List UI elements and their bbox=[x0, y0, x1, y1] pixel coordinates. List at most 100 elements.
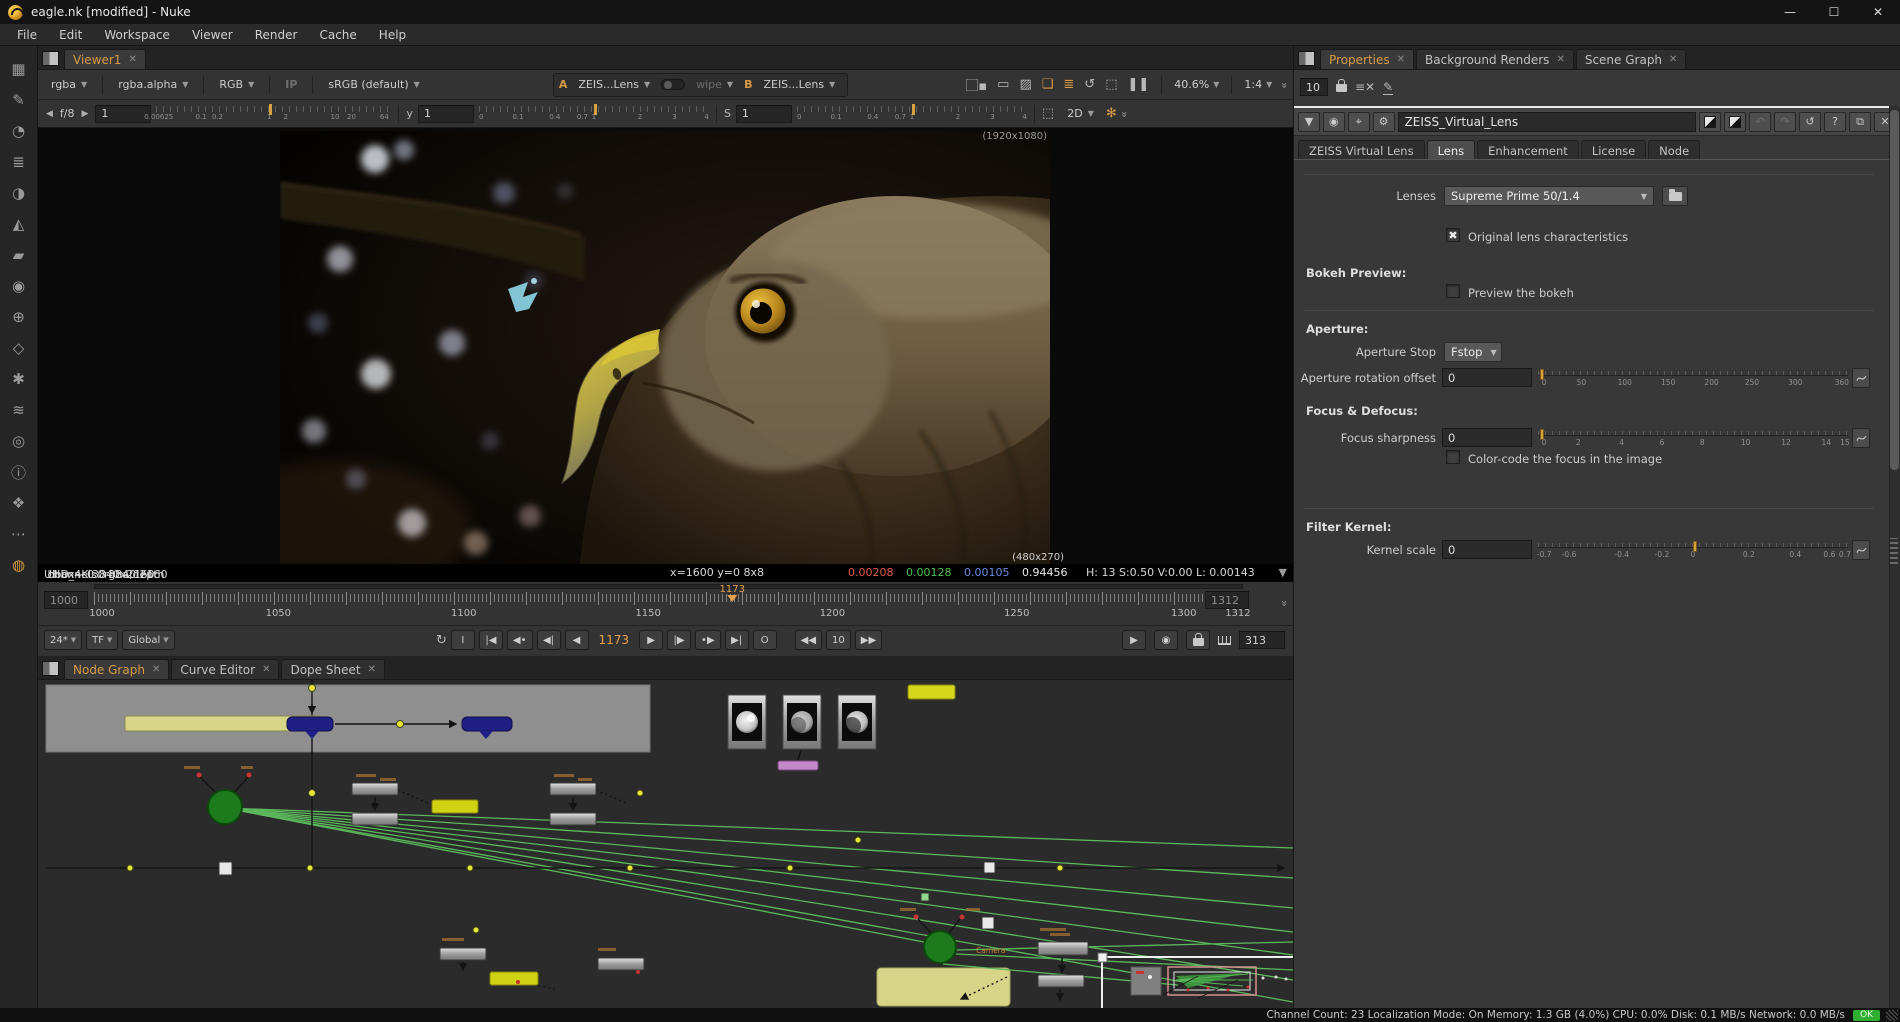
close-icon[interactable]: ✕ bbox=[1556, 54, 1564, 65]
play-forward-button[interactable]: ▶ bbox=[639, 630, 663, 650]
loop-mode-icon[interactable]: ↻ bbox=[436, 633, 447, 648]
max-panels-input[interactable]: 10 bbox=[1300, 78, 1328, 96]
range-in-input[interactable]: 1000 bbox=[44, 591, 88, 609]
maximize-button[interactable]: ☐ bbox=[1812, 0, 1856, 24]
draw-icon[interactable]: ✎ bbox=[5, 87, 33, 113]
tab-curve-editor[interactable]: Curve Editor✕ bbox=[171, 659, 279, 679]
close-icon[interactable]: ✕ bbox=[152, 664, 160, 675]
timeline-range-strip[interactable] bbox=[94, 584, 1243, 589]
time-icon[interactable]: ◔ bbox=[5, 118, 33, 144]
timeline-mode-select[interactable]: TF▼ bbox=[86, 630, 118, 650]
gamut-warning-icon[interactable]: ⃞▪ bbox=[978, 75, 987, 94]
toolsets-icon[interactable]: ❖ bbox=[5, 490, 33, 516]
close-icon[interactable]: ✕ bbox=[368, 664, 376, 675]
lenses-dropdown[interactable]: Supreme Prime 50/1.4▼ bbox=[1444, 186, 1654, 206]
merge-icon[interactable]: ◉ bbox=[5, 273, 33, 299]
filter-icon[interactable]: ◭ bbox=[5, 211, 33, 237]
a-input-select[interactable]: ZEIS...Lens▼ bbox=[571, 75, 657, 95]
loop-button[interactable]: O bbox=[753, 630, 777, 650]
center-icon[interactable]: ⌖ bbox=[1348, 112, 1370, 132]
keyer-icon[interactable]: ▰ bbox=[5, 242, 33, 268]
first-frame-button[interactable]: |◀ bbox=[479, 630, 503, 650]
help-button[interactable]: ? bbox=[1824, 112, 1846, 132]
viewer-canvas[interactable]: (1920x1080) (480x270) bbox=[38, 128, 1293, 564]
gain-next-icon[interactable]: ▶ bbox=[80, 109, 91, 119]
gain-prev-icon[interactable]: ◀ bbox=[44, 109, 55, 119]
step-inc-button[interactable]: ▶▶ bbox=[855, 630, 882, 650]
current-frame[interactable]: 1173 bbox=[593, 633, 636, 647]
transform-icon[interactable]: ⊕ bbox=[5, 304, 33, 330]
redo-icon[interactable]: ↷ bbox=[1774, 112, 1796, 132]
tab-node[interactable]: Node bbox=[1648, 140, 1700, 160]
menu-edit[interactable]: Edit bbox=[48, 28, 93, 42]
close-all-panels-icon[interactable]: ≡✕ bbox=[1355, 80, 1375, 94]
pause-icon[interactable]: ❚❚ bbox=[1128, 77, 1150, 92]
display-channel-select[interactable]: RGB▼ bbox=[212, 75, 261, 95]
menu-cache[interactable]: Cache bbox=[308, 28, 367, 42]
undo-icon[interactable]: ↶ bbox=[1749, 112, 1771, 132]
viewer-color-icon[interactable]: ✻ bbox=[1106, 106, 1117, 121]
more-tools-chevron[interactable]: » bbox=[1278, 82, 1291, 87]
tab-background-renders[interactable]: Background Renders✕ bbox=[1416, 49, 1574, 69]
edit-node-name-icon[interactable]: ✎ bbox=[1383, 80, 1393, 95]
close-icon[interactable]: ✕ bbox=[262, 664, 270, 675]
preview-bokeh-checkbox[interactable] bbox=[1446, 284, 1460, 298]
close-icon[interactable]: ✕ bbox=[128, 54, 136, 65]
other-icon[interactable]: ⋯ bbox=[5, 521, 33, 547]
flipbook-button[interactable]: ▶ bbox=[1122, 630, 1146, 650]
channel-mask-icon[interactable] bbox=[1699, 112, 1721, 132]
last-frame-button[interactable]: ▶| bbox=[725, 630, 749, 650]
range-out-input[interactable]: 1312 bbox=[1205, 591, 1249, 609]
kernel-scale-slider[interactable]: -0.7 -0.6 -0.4 -0.2 0 0.2 0.4 0.6 0.7 bbox=[1538, 540, 1848, 560]
menu-viewer[interactable]: Viewer bbox=[181, 28, 244, 42]
scrollbar-thumb[interactable] bbox=[1890, 110, 1899, 470]
zoom-level-select[interactable]: 40.6%▼ bbox=[1174, 78, 1219, 91]
step-forward-button[interactable]: |▶ bbox=[667, 630, 691, 650]
color-icon[interactable]: ◑ bbox=[5, 180, 33, 206]
float-panel-icon[interactable]: ⧉ bbox=[1849, 112, 1871, 132]
tab-viewer1[interactable]: Viewer1 ✕ bbox=[64, 49, 146, 69]
step-dec-button[interactable]: ◀◀ bbox=[795, 630, 822, 650]
backdrop-node-yellow[interactable] bbox=[877, 968, 1010, 1006]
tab-license[interactable]: License bbox=[1581, 140, 1646, 160]
in-point-button[interactable]: I bbox=[451, 630, 475, 650]
thumbnail-node[interactable] bbox=[783, 695, 821, 749]
prev-key-button[interactable]: ◀• bbox=[507, 630, 533, 650]
lens-folder-button[interactable] bbox=[1662, 186, 1688, 206]
pane-layout-icon[interactable] bbox=[42, 661, 59, 676]
roi-dashed-icon[interactable]: ⬚ bbox=[1042, 106, 1055, 121]
tab-properties[interactable]: Properties✕ bbox=[1320, 49, 1414, 69]
record-button[interactable]: ◉ bbox=[1154, 630, 1178, 650]
zebra-stripe-icon[interactable]: ▨ bbox=[1019, 77, 1031, 92]
menu-file[interactable]: File bbox=[6, 28, 48, 42]
zeiss-plugin-icon[interactable]: ◍ bbox=[5, 552, 33, 578]
timeline-chevron[interactable]: » bbox=[1278, 600, 1291, 605]
lock-range-button[interactable] bbox=[1186, 630, 1210, 650]
dot-node[interactable] bbox=[984, 862, 995, 873]
gamma-input[interactable]: 1 bbox=[418, 105, 474, 123]
node-indicator-icon[interactable]: ◉ bbox=[1323, 112, 1345, 132]
original-lens-checkbox[interactable]: ✖ bbox=[1446, 228, 1460, 242]
saturation-slider[interactable]: 0 0.1 0.4 0.7 1 2 3 4 bbox=[797, 104, 1027, 124]
layer-select[interactable]: rgba▼ bbox=[44, 75, 94, 95]
info-dropdown-icon[interactable]: ▼ bbox=[1279, 566, 1287, 579]
particles-icon[interactable]: ✱ bbox=[5, 366, 33, 392]
range-scope-select[interactable]: Global▼ bbox=[122, 630, 174, 650]
playhead[interactable]: 1173 bbox=[719, 584, 744, 602]
play-back-button[interactable]: ◀ bbox=[565, 630, 589, 650]
input-process-button[interactable]: IP bbox=[278, 75, 304, 95]
yellow-node[interactable] bbox=[908, 685, 955, 699]
close-button[interactable]: ✕ bbox=[1856, 0, 1900, 24]
fps-select[interactable]: 24*▼ bbox=[44, 630, 82, 650]
close-icon[interactable]: ✕ bbox=[1397, 54, 1405, 65]
colorspace-select[interactable]: sRGB (default)▼ bbox=[321, 75, 426, 95]
channel-mask-icon[interactable] bbox=[1724, 112, 1746, 132]
aperture-stop-dropdown[interactable]: Fstop▼ bbox=[1444, 342, 1502, 362]
views-icon[interactable]: ◎ bbox=[5, 428, 33, 454]
minimize-button[interactable]: — bbox=[1768, 0, 1812, 24]
thumbnail-node[interactable] bbox=[728, 695, 766, 749]
tab-dope-sheet[interactable]: Dope Sheet✕ bbox=[281, 659, 384, 679]
tab-zeiss-virtual-lens[interactable]: ZEISS Virtual Lens bbox=[1298, 140, 1425, 160]
menu-workspace[interactable]: Workspace bbox=[93, 28, 181, 42]
sharpness-curve-button[interactable] bbox=[1852, 428, 1870, 448]
